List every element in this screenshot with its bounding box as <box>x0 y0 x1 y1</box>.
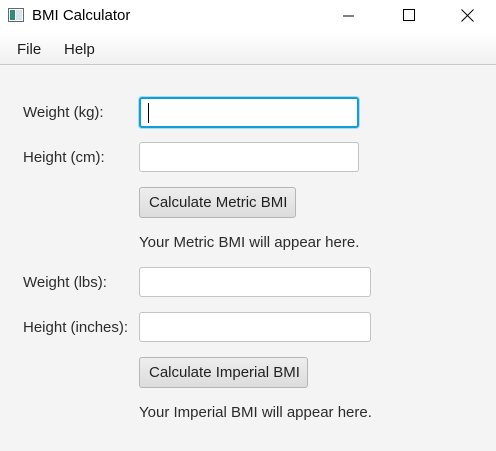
bmi-calculator-window: BMI Calculator File Help Weight (kg): He… <box>0 0 496 451</box>
maximize-icon <box>403 9 415 21</box>
metric-weight-input[interactable] <box>139 97 359 128</box>
imperial-height-label: Height (inches): <box>23 319 129 336</box>
menu-file[interactable]: File <box>17 41 41 59</box>
minimize-icon <box>343 15 354 17</box>
imperial-height-input[interactable] <box>139 312 371 342</box>
metric-bmi-result: Your Metric BMI will appear here. <box>139 234 360 251</box>
title-bar[interactable]: BMI Calculator <box>0 0 496 32</box>
imperial-weight-label: Weight (lbs): <box>23 274 107 291</box>
window-title: BMI Calculator <box>32 7 131 24</box>
minimize-button[interactable] <box>326 0 372 32</box>
imperial-bmi-result: Your Imperial BMI will appear here. <box>139 404 372 421</box>
metric-height-input[interactable] <box>139 142 359 172</box>
close-icon <box>461 9 474 22</box>
metric-weight-label: Weight (kg): <box>23 104 104 121</box>
maximize-button[interactable] <box>386 0 432 32</box>
calculate-imperial-bmi-button[interactable]: Calculate Imperial BMI <box>139 357 308 388</box>
app-window-icon <box>8 8 24 22</box>
imperial-weight-input[interactable] <box>139 267 371 297</box>
calculate-metric-bmi-button[interactable]: Calculate Metric BMI <box>139 187 296 218</box>
metric-height-label: Height (cm): <box>23 149 105 166</box>
text-caret <box>148 103 149 123</box>
close-button[interactable] <box>444 0 490 32</box>
menu-bar: File Help <box>0 32 496 65</box>
menu-help[interactable]: Help <box>64 41 95 59</box>
